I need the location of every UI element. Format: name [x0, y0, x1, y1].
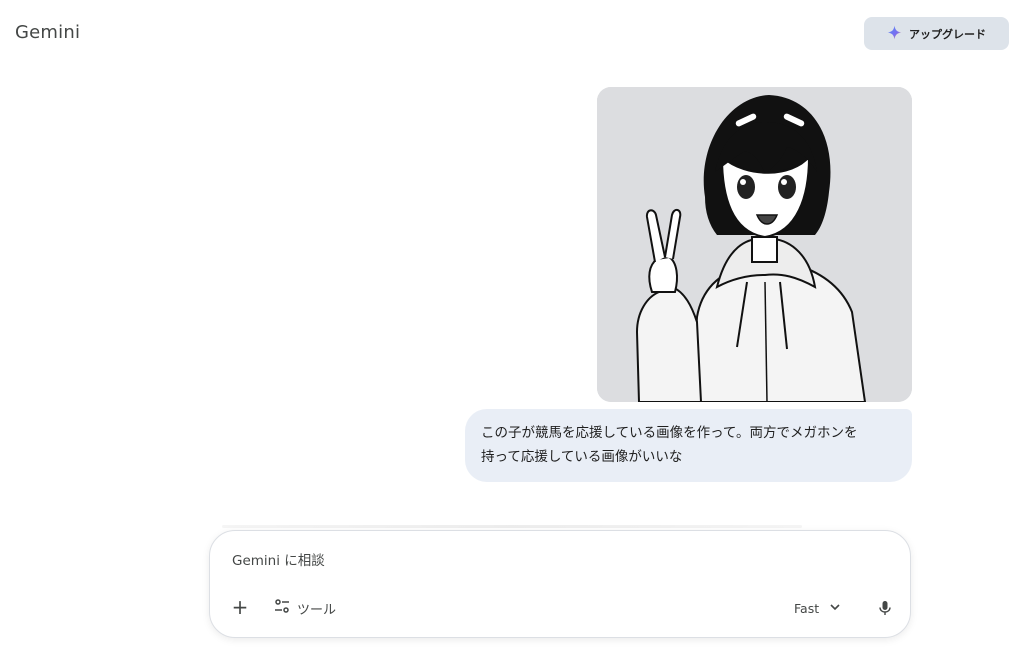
plus-icon[interactable]: +: [230, 597, 250, 617]
top-bar: Gemini アップグレード: [0, 0, 1024, 68]
prompt-input[interactable]: [232, 553, 752, 569]
tools-button[interactable]: ツール: [274, 597, 336, 619]
model-selector[interactable]: Fast: [794, 597, 841, 619]
user-message-line: この子が競馬を応援している画像を作って。両方でメガホンを: [481, 425, 858, 441]
prompt-composer: + ツール Fast: [209, 530, 911, 638]
microphone-icon[interactable]: [874, 597, 896, 619]
anime-girl-illustration: [597, 87, 912, 402]
uploaded-image[interactable]: [597, 87, 912, 402]
chevron-down-icon: [829, 601, 841, 616]
upgrade-label: アップグレード: [909, 27, 986, 41]
sparkle-icon: [887, 25, 902, 43]
app-title[interactable]: Gemini: [15, 22, 80, 43]
user-message-bubble: この子が競馬を応援している画像を作って。両方でメガホンを 持って応援している画像…: [465, 409, 912, 482]
user-message-line: 持って応援している画像がいいな: [481, 449, 683, 465]
tune-icon: [274, 598, 290, 618]
upgrade-button[interactable]: アップグレード: [864, 17, 1009, 50]
tools-label: ツール: [297, 602, 337, 618]
model-label: Fast: [794, 600, 820, 616]
